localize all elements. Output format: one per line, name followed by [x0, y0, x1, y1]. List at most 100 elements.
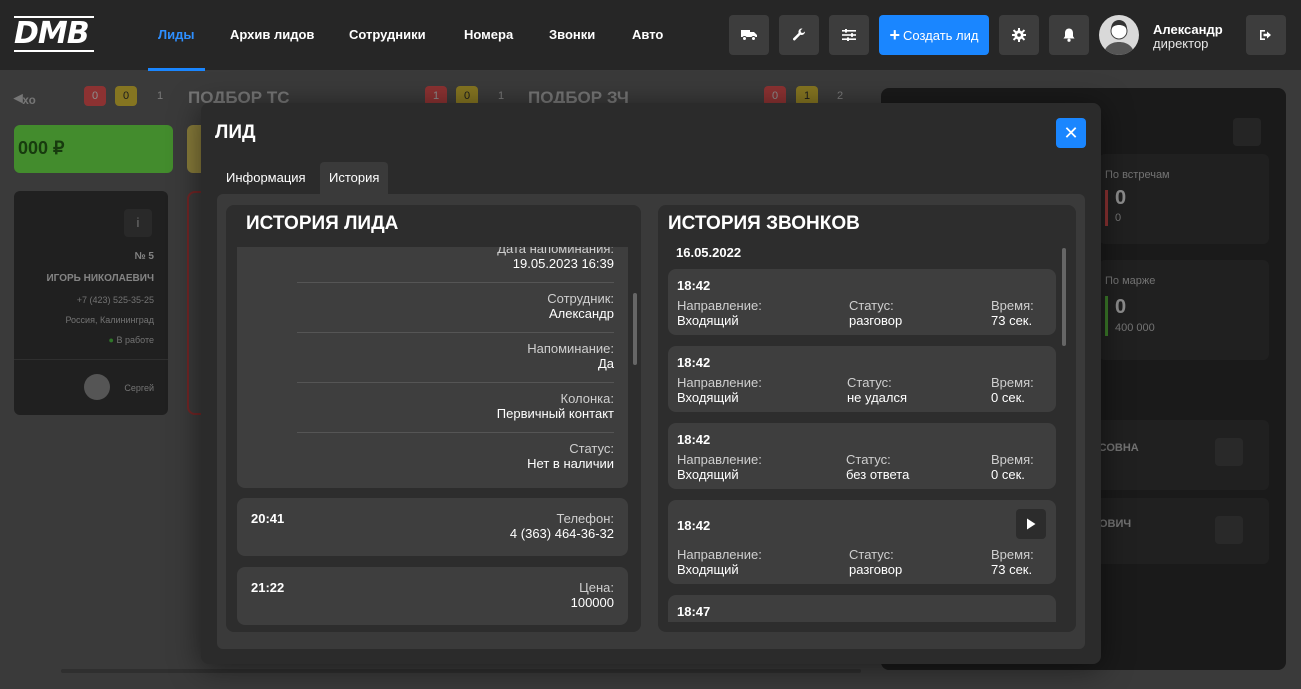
tab-history[interactable]: История — [320, 162, 389, 194]
info-icon[interactable] — [1215, 438, 1243, 466]
stat-margin-value: 0 — [1115, 296, 1127, 318]
lead-card-city: Россия, Калининград — [65, 315, 154, 325]
logout-icon — [1260, 30, 1271, 40]
lead-history-entry: 21:22 Цена: 100000 — [237, 567, 628, 625]
lead-card-employee: Сергей — [124, 383, 154, 393]
call-duration: 73 сек. — [991, 313, 1033, 328]
plus-icon: + — [889, 25, 901, 45]
notifications-button[interactable] — [1049, 15, 1089, 55]
call-item: 18:42 Направление: Входящий Статус: без … — [668, 423, 1056, 489]
divider — [297, 282, 614, 283]
call-status-label: Статус: — [849, 298, 894, 313]
lead-history-scrollbar[interactable] — [633, 293, 637, 365]
employee-row-1[interactable]: АСОВНА — [1091, 420, 1269, 490]
column-sum-bar: 000 ₽ — [14, 125, 173, 173]
stat-meetings-value: 0 — [1115, 187, 1127, 209]
create-lead-label: Создать лид — [903, 27, 979, 43]
nav-calls[interactable]: Звонки — [549, 0, 595, 70]
reminder-date-field: Дата напоминания: 19.05.2023 16:39 — [497, 247, 614, 272]
nav-leads[interactable]: Лиды — [158, 0, 194, 70]
status-key: Статус: — [569, 441, 614, 456]
employee-row-2[interactable]: НОВИЧ — [1091, 498, 1269, 564]
close-button[interactable]: ✕ — [1056, 118, 1086, 148]
truck-icon — [741, 30, 757, 41]
stat-margin-label: По марже — [1105, 275, 1156, 287]
call-status-label: Статус: — [846, 452, 891, 467]
lead-card-name: ИГОРЬ НИКОЛАЕВИЧ — [46, 273, 154, 284]
user-role: директор — [1153, 36, 1209, 51]
nav-numbers[interactable]: Номера — [464, 0, 513, 70]
lead-card[interactable]: i № 5 ИГОРЬ НИКОЛАЕВИЧ +7 (423) 525-35-2… — [14, 191, 168, 415]
divider — [297, 382, 614, 383]
reminder-value: Да — [597, 356, 614, 371]
call-direction: Входящий — [677, 562, 739, 577]
logo-bottom-line — [14, 50, 94, 52]
phone-key: Телефон: — [556, 511, 614, 526]
employee-field: Сотрудник: Александр — [547, 291, 614, 322]
call-status: без ответа — [846, 467, 910, 482]
reminder-date-value: 19.05.2023 16:39 — [512, 256, 614, 271]
modal-title: ЛИД — [215, 122, 256, 143]
call-history-scroll[interactable]: 16.05.2022 18:42 Направление: Входящий С… — [668, 245, 1060, 622]
play-icon — [1027, 518, 1036, 530]
board-horizontal-scrollbar[interactable] — [61, 669, 861, 673]
info-icon[interactable] — [1215, 516, 1243, 544]
nav-auto[interactable]: Авто — [632, 0, 663, 70]
call-duration: 0 сек. — [991, 390, 1025, 405]
lead-history-title: ИСТОРИЯ ЛИДА — [246, 213, 399, 234]
calendar-icon[interactable] — [1233, 118, 1261, 146]
call-status: разговор — [849, 313, 903, 328]
settings-button[interactable] — [999, 15, 1039, 55]
column-value: Первичный контакт — [496, 406, 614, 421]
call-time: 18:47 — [677, 604, 711, 619]
info-icon[interactable]: i — [124, 209, 152, 237]
lead-history-scroll[interactable]: Дата напоминания: 19.05.2023 16:39 Сотру… — [237, 247, 633, 632]
card-divider — [14, 359, 168, 360]
call-item: 18:42 Направление: Входящий Статус: разг… — [668, 500, 1056, 584]
call-status: разговор — [849, 562, 903, 577]
tab-information[interactable]: Информация — [217, 162, 315, 194]
call-status-label: Статус: — [847, 375, 892, 390]
call-direction-label: Направление: — [677, 298, 762, 313]
wrench-icon — [792, 28, 805, 41]
dmb-logo[interactable]: DMB — [14, 14, 94, 54]
lead-card-number: № 5 — [134, 251, 155, 262]
play-recording-button[interactable] — [1016, 509, 1046, 539]
call-duration: 73 сек. — [991, 562, 1033, 577]
call-time: 18:42 — [677, 278, 711, 293]
column-1-yellow-count: 0 — [115, 86, 137, 106]
call-item: 18:42 Направление: Входящий Статус: разг… — [668, 269, 1056, 335]
call-history-title: ИСТОРИЯ ЗВОНКОВ — [668, 213, 860, 234]
user-avatar[interactable] — [1099, 15, 1139, 55]
active-nav-underline — [148, 68, 205, 71]
settings-sliders-button[interactable] — [829, 15, 869, 55]
entry-time: 20:41 — [251, 511, 285, 526]
stat-meetings-box: По встречам 0 0 — [1099, 154, 1269, 244]
call-history-scrollbar[interactable] — [1062, 248, 1066, 346]
call-direction-label: Направление: — [677, 547, 762, 562]
lead-history-pane: ИСТОРИЯ ЛИДА Дата напоминания: 19.05.202… — [226, 205, 641, 632]
call-status: не удался — [847, 390, 908, 405]
nav-leads-archive[interactable]: Архив лидов — [230, 0, 314, 70]
call-date: 16.05.2022 — [676, 245, 742, 260]
modal-body: ИСТОРИЯ ЛИДА Дата напоминания: 19.05.202… — [217, 194, 1085, 649]
nav-employees[interactable]: Сотрудники — [349, 0, 426, 70]
stat-meetings-bar — [1105, 190, 1108, 226]
lead-modal: ЛИД ✕ Информация История ИСТОРИЯ ЛИДА Да… — [201, 103, 1101, 664]
column-field: Колонка: Первичный контакт — [497, 391, 614, 422]
column-key: Колонка: — [560, 391, 614, 406]
truck-button[interactable] — [729, 15, 769, 55]
lead-card-phone: +7 (423) 525-35-25 — [76, 295, 154, 305]
create-lead-button[interactable]: + Создать лид — [879, 15, 989, 55]
call-duration: 0 сек. — [991, 467, 1025, 482]
call-time: 18:42 — [677, 518, 711, 533]
user-name: Александр — [1153, 22, 1223, 37]
logout-button[interactable] — [1246, 15, 1286, 55]
reminder-field: Напоминание: Да — [527, 341, 614, 372]
stat-meetings-label: По встречам — [1105, 169, 1170, 181]
price-key: Цена: — [579, 580, 614, 595]
lead-card-status-text: В работе — [116, 335, 154, 345]
call-direction: Входящий — [677, 313, 739, 328]
call-status-label: Статус: — [849, 547, 894, 562]
wrench-button[interactable] — [779, 15, 819, 55]
